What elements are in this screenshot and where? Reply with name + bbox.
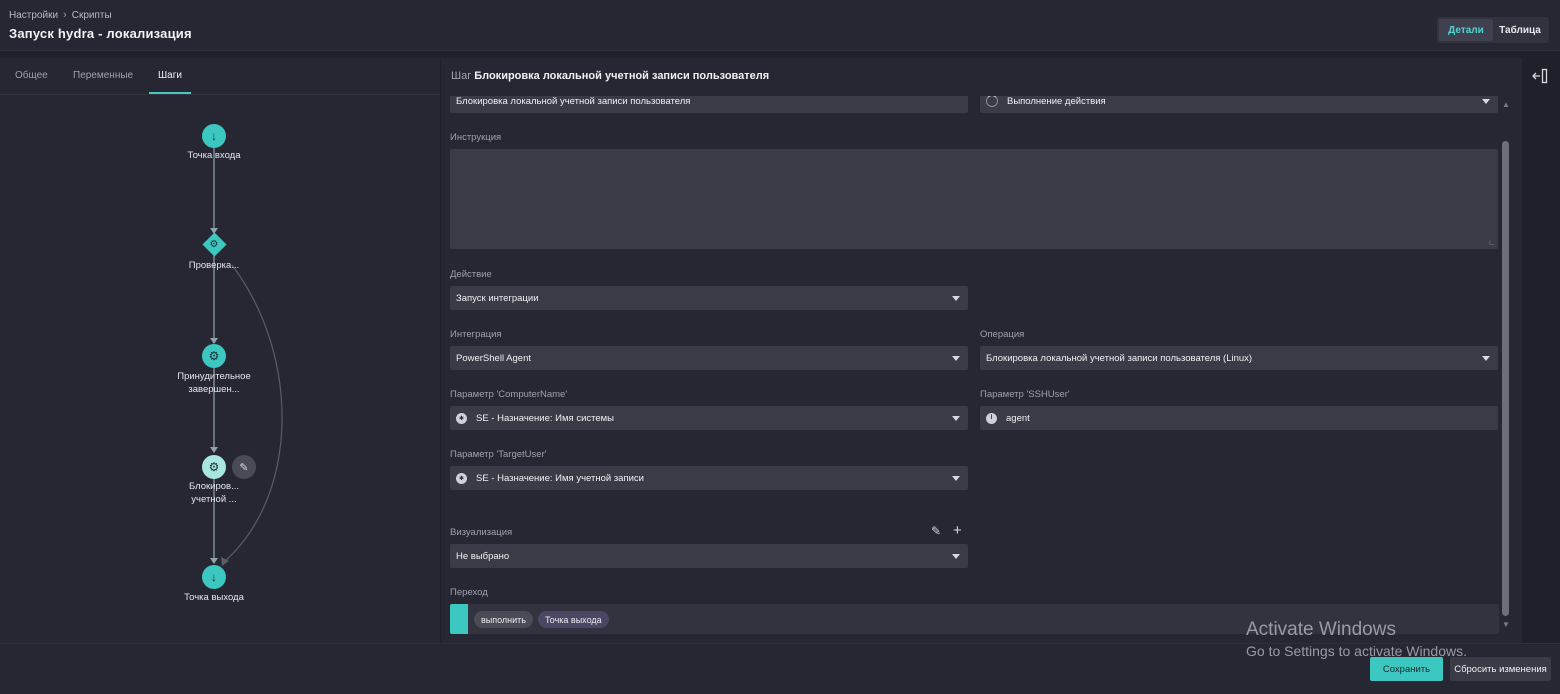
step-title-prefix: Шаг bbox=[451, 70, 472, 82]
chevron-down-icon bbox=[952, 554, 960, 559]
scroll-up-arrow-icon[interactable]: ▲ bbox=[1502, 100, 1510, 109]
resize-grip-icon[interactable]: ∟ bbox=[1488, 238, 1496, 247]
forced-termination-node[interactable]: ⚙ bbox=[202, 344, 226, 368]
arrow-down-icon: ↓ bbox=[211, 129, 217, 143]
instruction-label: Инструкция bbox=[450, 132, 502, 143]
exit-point-node[interactable]: ↓ bbox=[202, 565, 226, 589]
variable-icon: ✱ bbox=[456, 472, 467, 484]
collapse-panel-icon[interactable] bbox=[1532, 68, 1548, 84]
breadcrumb-scripts[interactable]: Скрипты bbox=[72, 10, 112, 21]
chevron-down-icon bbox=[952, 356, 960, 361]
node-label: Блокиров... учетной ... bbox=[188, 481, 240, 505]
transition-label: Переход bbox=[450, 587, 488, 598]
tab-variables[interactable]: Переменные bbox=[73, 70, 133, 81]
param-computername-value: SE - Назначение: Имя системы bbox=[476, 412, 615, 424]
step-details-panel: Шаг Блокировка локальной учетной записи п… bbox=[441, 58, 1522, 643]
param-sshuser-value: agent bbox=[1006, 412, 1030, 424]
param-sshuser-label: Параметр 'SSHUser' bbox=[980, 389, 1070, 400]
visualization-select[interactable]: Не выбрано bbox=[450, 544, 968, 568]
flow-diagram: ↓ Точка входа ⚙ Проверка... ⚙ Принудител… bbox=[0, 95, 440, 643]
node-label: Проверка... bbox=[188, 260, 240, 271]
chevron-down-icon bbox=[952, 296, 960, 301]
page-header: Настройки › Скрипты Запуск hydra - локал… bbox=[0, 0, 1560, 51]
step-name-value: Блокировка локальной учетной записи поль… bbox=[456, 95, 691, 107]
action-label: Действие bbox=[450, 269, 492, 280]
param-computername-select[interactable]: ✱ SE - Назначение: Имя системы bbox=[450, 406, 968, 430]
scrollbar-thumb[interactable] bbox=[1502, 141, 1509, 616]
operation-label: Операция bbox=[980, 329, 1025, 340]
tab-steps[interactable]: Шаги bbox=[158, 70, 182, 81]
action-select[interactable]: Запуск интеграции bbox=[450, 286, 968, 310]
gear-icon: ⚙ bbox=[208, 349, 220, 363]
block-account-node[interactable]: ⚙ bbox=[202, 455, 226, 479]
step-title: Шаг Блокировка локальной учетной записи п… bbox=[451, 70, 769, 82]
transition-chip-exit[interactable]: Точка выхода bbox=[538, 611, 609, 628]
transition-row[interactable]: выполнить Точка выхода bbox=[450, 604, 1499, 634]
param-sshuser-input[interactable]: I agent bbox=[980, 406, 1498, 430]
pencil-icon: ✎ bbox=[239, 461, 249, 474]
active-tab-indicator bbox=[149, 92, 191, 94]
entry-point-node[interactable]: ↓ bbox=[202, 124, 226, 148]
node-label: Точка выхода bbox=[184, 592, 244, 603]
chevron-down-icon bbox=[952, 416, 960, 421]
view-toggle: Детали Таблица bbox=[1437, 17, 1549, 43]
param-targetuser-value: SE - Назначение: Имя учетной записи bbox=[476, 472, 644, 484]
plus-icon[interactable]: + bbox=[953, 522, 962, 539]
steps-panel: Общее Переменные Шаги ↓ Точка входа ⚙ Пр… bbox=[0, 58, 440, 643]
text-value-icon: I bbox=[986, 412, 997, 424]
param-targetuser-select[interactable]: ✱ SE - Назначение: Имя учетной записи bbox=[450, 466, 968, 490]
node-label: Принудительное завершен... bbox=[177, 371, 251, 395]
chevron-down-icon bbox=[952, 476, 960, 481]
operation-value: Блокировка локальной учетной записи поль… bbox=[986, 352, 1253, 364]
node-label: Точка входа bbox=[187, 150, 241, 161]
breadcrumb-settings[interactable]: Настройки bbox=[9, 10, 58, 21]
footer-bar: Сохранить Сбросить изменения bbox=[0, 643, 1560, 694]
operation-select[interactable]: Блокировка локальной учетной записи поль… bbox=[980, 346, 1498, 370]
table-view-button[interactable]: Таблица bbox=[1493, 19, 1547, 41]
tab-general[interactable]: Общее bbox=[15, 70, 48, 81]
integration-value: PowerShell Agent bbox=[456, 352, 531, 364]
pencil-icon[interactable]: ✎ bbox=[931, 524, 941, 538]
gear-icon: ⚙ bbox=[209, 238, 219, 250]
save-button[interactable]: Сохранить bbox=[1370, 657, 1443, 681]
variable-icon: ✱ bbox=[456, 412, 467, 424]
visualization-label: Визуализация bbox=[450, 527, 513, 538]
param-targetuser-label: Параметр 'TargetUser' bbox=[450, 449, 547, 460]
chevron-right-icon: › bbox=[63, 9, 67, 21]
reset-changes-button[interactable]: Сбросить изменения bbox=[1450, 657, 1551, 681]
instruction-textarea[interactable]: ∟ bbox=[450, 149, 1498, 249]
gear-icon: ⚙ bbox=[208, 460, 220, 474]
action-value: Запуск интеграции bbox=[456, 292, 539, 304]
param-computername-label: Параметр 'ComputerName' bbox=[450, 389, 568, 400]
loading-icon bbox=[986, 96, 998, 107]
details-view-button[interactable]: Детали bbox=[1439, 19, 1493, 41]
visualization-value: Не выбрано bbox=[456, 550, 510, 562]
edit-node-button[interactable]: ✎ bbox=[232, 455, 256, 479]
step-status-value: Выполнение действия bbox=[1007, 95, 1106, 107]
integration-select[interactable]: PowerShell Agent bbox=[450, 346, 968, 370]
step-title-name: Блокировка локальной учетной записи поль… bbox=[474, 70, 770, 82]
step-status-select[interactable]: Выполнение действия bbox=[980, 95, 1498, 113]
arrow-down-icon: ↓ bbox=[211, 570, 217, 584]
integration-label: Интеграция bbox=[450, 329, 502, 340]
flow-connectors bbox=[210, 147, 283, 566]
breadcrumb: Настройки › Скрипты bbox=[9, 9, 112, 21]
step-name-field[interactable]: Блокировка локальной учетной записи поль… bbox=[450, 95, 968, 113]
transition-chip-execute[interactable]: выполнить bbox=[474, 611, 533, 628]
chevron-down-icon bbox=[1482, 356, 1490, 361]
chevron-down-icon bbox=[1482, 99, 1490, 104]
scroll-down-arrow-icon[interactable]: ▼ bbox=[1502, 620, 1510, 629]
transition-accent bbox=[450, 604, 468, 634]
page-title: Запуск hydra - локализация bbox=[9, 26, 192, 41]
panel-tabs: Общее Переменные Шаги bbox=[0, 58, 440, 95]
